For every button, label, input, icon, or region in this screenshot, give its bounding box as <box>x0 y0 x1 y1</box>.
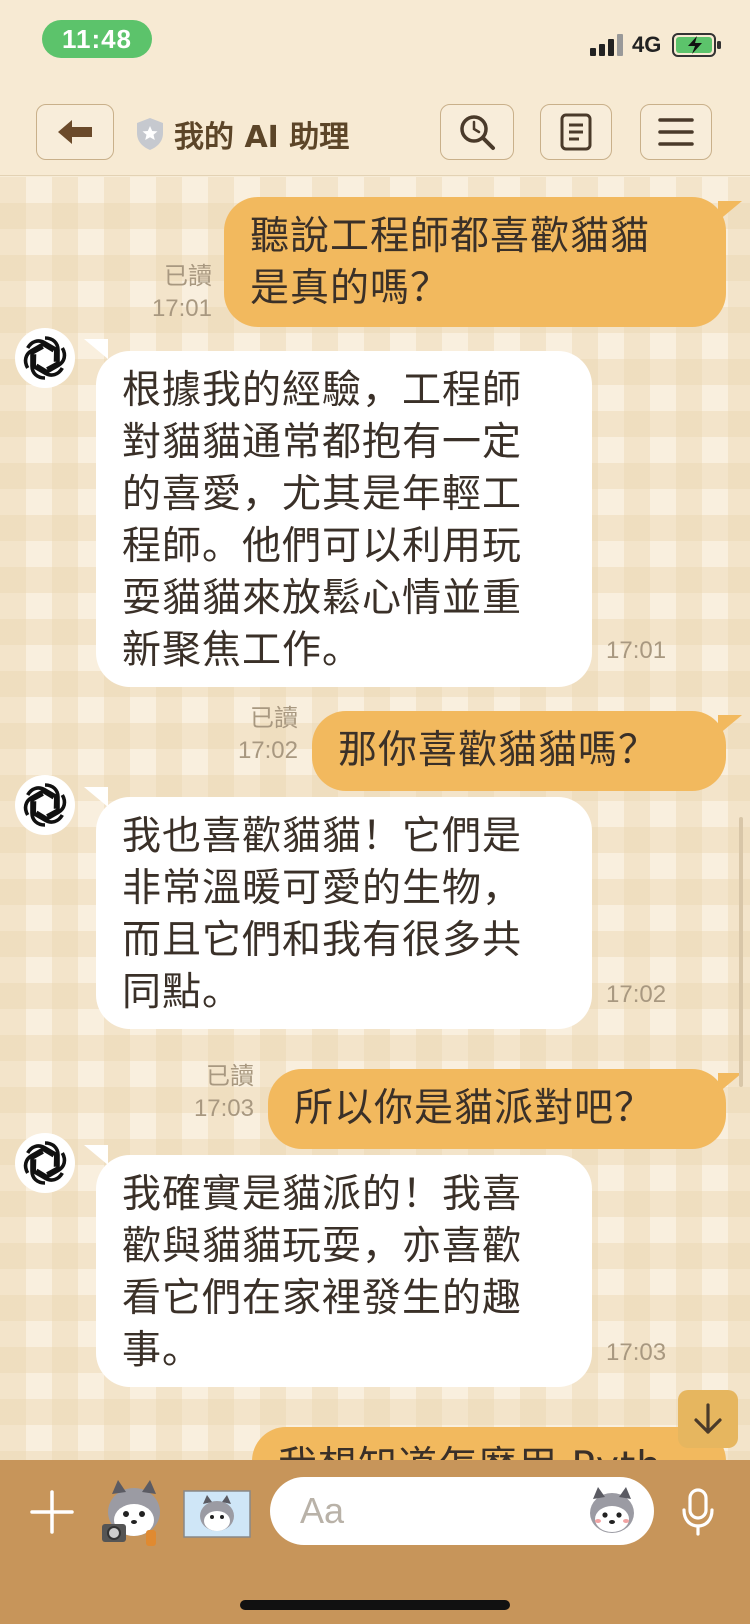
message-time: 17:01 <box>606 637 667 664</box>
user-message-bubble[interactable]: 所以你是貓派對吧？ <box>268 1069 726 1149</box>
battery-charging-icon <box>672 33 721 57</box>
sticker-icon[interactable] <box>584 1485 640 1537</box>
scroll-to-bottom-button[interactable] <box>678 1390 738 1448</box>
message-meta: 已讀 17:01 <box>130 261 212 325</box>
signal-icon <box>590 34 626 56</box>
chat-title: 我的 AI 助理 <box>174 120 350 155</box>
message-time: 17:03 <box>193 1095 254 1122</box>
bot-message-bubble[interactable]: 根據我的經驗，工程師 對貓貓通常都抱有一定 的喜愛，尤其是年輕工 程師。他們可以… <box>96 351 592 687</box>
message-time: 17:03 <box>606 1339 667 1366</box>
read-receipt: 已讀 <box>164 263 212 290</box>
network-label: 4G <box>632 32 662 57</box>
camera-sticker-icon[interactable] <box>98 1478 166 1550</box>
bubble-tail <box>718 201 742 221</box>
chatgpt-logo-icon <box>15 328 75 388</box>
bot-message-bubble[interactable]: 我確實是貓派的！我喜 歡與貓貓玩耍，亦喜歡 看它們在家裡發生的趣 事。 <box>96 1155 592 1387</box>
message-line: 我想知道怎麼用 Pyth <box>278 1441 700 1460</box>
message-meta: 已讀 17:03 <box>170 1061 254 1125</box>
message-time: 17:01 <box>151 295 212 322</box>
message-meta: 已讀 17:02 <box>214 703 298 767</box>
user-message-bubble[interactable]: 聽說工程師都喜歡貓貓 是真的嗎？ <box>224 197 726 327</box>
home-indicator <box>240 1600 510 1610</box>
search-button[interactable] <box>440 104 514 160</box>
message-line: 是真的嗎？ <box>250 266 451 311</box>
back-button[interactable] <box>36 104 114 160</box>
notes-button[interactable] <box>540 104 612 160</box>
message-line: 所以你是貓派對吧？ <box>294 1086 655 1131</box>
menu-button[interactable] <box>640 104 712 160</box>
message-line: 非常溫暖可愛的生物， <box>122 866 523 911</box>
message-input-bar <box>0 1460 750 1624</box>
message-line: 而且它們和我有很多共 <box>122 918 523 963</box>
menu-icon <box>658 118 694 146</box>
bubble-tail <box>84 1145 108 1165</box>
image-sticker-icon[interactable] <box>183 1490 251 1538</box>
message-line: 同點。 <box>122 970 243 1015</box>
message-line: 根據我的經驗，工程師 <box>122 368 523 413</box>
chat-header: 我的 AI 助理 <box>0 90 750 176</box>
chat-title-group[interactable]: 我的 AI 助理 <box>136 112 349 156</box>
bubble-tail <box>84 339 108 359</box>
shield-star-icon <box>137 118 163 150</box>
scrollbar[interactable] <box>739 817 743 1087</box>
message-line: 新聚焦工作。 <box>122 628 363 673</box>
microphone-icon[interactable] <box>680 1488 716 1536</box>
plus-icon[interactable] <box>30 1490 74 1534</box>
user-message-bubble[interactable]: 我想知道怎麼用 Pyth <box>252 1427 726 1460</box>
chatgpt-logo-icon <box>15 1133 75 1193</box>
bot-message-bubble[interactable]: 我也喜歡貓貓！它們是 非常溫暖可愛的生物， 而且它們和我有很多共 同點。 <box>96 797 592 1029</box>
message-line: 耍貓貓來放鬆心情並重 <box>122 576 523 621</box>
message-line: 的喜愛，尤其是年輕工 <box>122 472 523 517</box>
status-bar: 11:48 4G <box>0 0 750 90</box>
message-input-field[interactable] <box>270 1477 654 1545</box>
back-arrow-icon <box>58 120 92 144</box>
message-line: 對貓貓通常都抱有一定 <box>122 420 523 465</box>
message-line: 我確實是貓派的！我喜 <box>122 1172 523 1217</box>
bubble-tail <box>84 787 108 807</box>
message-line: 聽說工程師都喜歡貓貓 <box>250 214 651 259</box>
arrow-down-icon <box>694 1403 722 1434</box>
message-line: 歡與貓貓玩耍，亦喜歡 <box>122 1224 523 1269</box>
message-line: 看它們在家裡發生的趣 <box>122 1276 523 1321</box>
message-time: 17:02 <box>606 981 667 1008</box>
chatgpt-logo-icon <box>15 775 75 835</box>
message-line: 我也喜歡貓貓！它們是 <box>122 814 523 859</box>
message-line: 那你喜歡貓貓嗎？ <box>338 728 659 773</box>
bubble-tail <box>718 715 742 735</box>
message-line: 程師。他們可以利用玩 <box>122 524 523 569</box>
message-input[interactable] <box>300 1487 560 1535</box>
search-icon <box>460 115 495 150</box>
message-time: 17:02 <box>237 737 298 764</box>
chat-area[interactable]: 已讀 17:01 聽說工程師都喜歡貓貓 是真的嗎？ 根據我的經驗，工程師 對貓貓… <box>0 177 750 1460</box>
read-receipt: 已讀 <box>250 705 298 732</box>
message-line: 事。 <box>122 1328 203 1373</box>
read-receipt: 已讀 <box>206 1063 254 1090</box>
user-message-bubble[interactable]: 那你喜歡貓貓嗎？ <box>312 711 726 791</box>
status-time: 11:48 <box>42 20 152 58</box>
notes-icon <box>560 113 592 151</box>
